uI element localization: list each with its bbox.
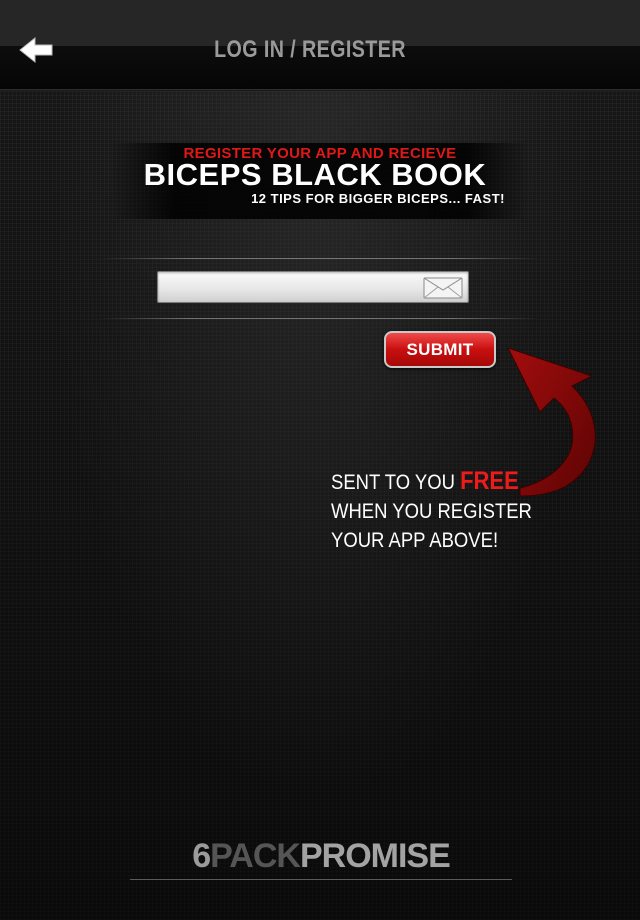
- promo-title: BICEPS BLACK BOOK: [143, 157, 487, 192]
- brand-logo: 6PACKPROMISE: [130, 834, 512, 880]
- email-field[interactable]: [157, 271, 469, 303]
- back-button[interactable]: [18, 34, 58, 66]
- promo-subtitle: 12 TIPS FOR BIGGER BICEPS... FAST!: [251, 191, 505, 206]
- brand-logo-part-1: 6: [192, 837, 211, 875]
- brand-logo-part-3: PROMISE: [299, 837, 451, 875]
- page-title: LOG IN / REGISTER: [214, 36, 406, 63]
- free-highlight: FREE: [460, 467, 519, 495]
- submit-button[interactable]: SUBMIT: [384, 331, 496, 368]
- email-input[interactable]: [164, 276, 419, 300]
- promo-note-line-2: WHEN YOU REGISTER: [331, 500, 532, 523]
- back-arrow-icon: [19, 36, 53, 64]
- promo-note-line-1: SENT TO YOU FREE: [331, 467, 525, 497]
- promo-note-line-3: YOUR APP ABOVE!: [331, 529, 499, 552]
- brand-logo-text: 6PACKPROMISE: [192, 834, 451, 878]
- brand-logo-part-2: PACK: [210, 837, 301, 875]
- promo-note: SENT TO YOU FREE WHEN YOU REGISTER YOUR …: [331, 467, 551, 555]
- main-content: REGISTER YOUR APP AND RECIEVE BICEPS BLA…: [0, 91, 640, 920]
- navigation-bar: LOG IN / REGISTER: [0, 0, 640, 90]
- divider: [100, 258, 540, 259]
- envelope-icon: [423, 277, 463, 299]
- divider: [100, 318, 540, 319]
- promo-note-prefix: SENT TO YOU: [331, 471, 461, 494]
